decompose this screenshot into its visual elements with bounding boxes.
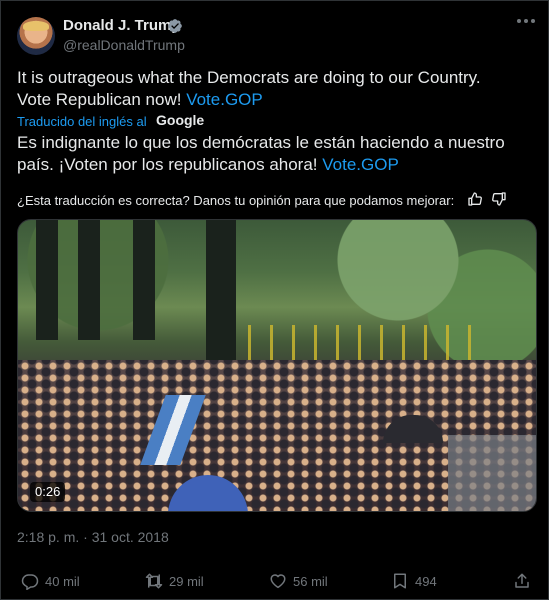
bookmark-button[interactable]: 494 bbox=[391, 569, 437, 593]
share-button[interactable] bbox=[513, 569, 537, 593]
more-icon[interactable] bbox=[517, 19, 537, 27]
like-button[interactable]: 56 mil bbox=[269, 569, 328, 593]
tweet-link[interactable]: Vote.GOP bbox=[186, 90, 263, 109]
video-duration: 0:26 bbox=[30, 482, 66, 502]
bookmark-icon bbox=[394, 573, 406, 589]
action-bar: 40 mil 29 mil 56 mil 494 bbox=[1, 569, 549, 593]
thumb-down-icon[interactable] bbox=[491, 191, 507, 207]
repost-icon bbox=[145, 573, 163, 589]
author-handle[interactable]: @realDonaldTrump bbox=[63, 37, 185, 53]
reply-button[interactable]: 40 mil bbox=[21, 569, 80, 593]
like-count: 56 mil bbox=[293, 573, 328, 589]
repost-button[interactable]: 29 mil bbox=[145, 569, 204, 593]
video-player[interactable]: 0:26 bbox=[17, 219, 537, 512]
translation-body: Es indignante lo que los demócratas le e… bbox=[17, 133, 505, 174]
reply-count: 40 mil bbox=[45, 573, 80, 589]
translation-feedback: ¿Esta traducción es correcta? Danos tu o… bbox=[17, 193, 455, 208]
verified-badge-icon bbox=[168, 19, 182, 33]
thumb-up-icon[interactable] bbox=[467, 191, 483, 207]
heart-icon bbox=[270, 574, 286, 589]
share-icon bbox=[515, 573, 529, 588]
tweet-text: It is outrageous what the Democrats are … bbox=[17, 67, 517, 111]
bookmark-count: 494 bbox=[415, 573, 437, 589]
reply-icon bbox=[21, 574, 39, 590]
repost-count: 29 mil bbox=[169, 573, 204, 589]
author-name[interactable]: Donald J. Trump bbox=[63, 17, 181, 34]
avatar[interactable] bbox=[17, 17, 55, 55]
tweet-timestamp[interactable]: 2:18 p. m. · 31 oct. 2018 bbox=[17, 529, 169, 545]
tweet-card: Donald J. Trump @realDonaldTrump It is o… bbox=[0, 0, 549, 600]
translation-text: Es indignante lo que los demócratas le e… bbox=[17, 132, 527, 176]
translation-link[interactable]: Vote.GOP bbox=[322, 155, 399, 174]
google-logo: Google bbox=[156, 112, 205, 128]
translated-by-label: Traducido del inglés al bbox=[17, 114, 147, 129]
